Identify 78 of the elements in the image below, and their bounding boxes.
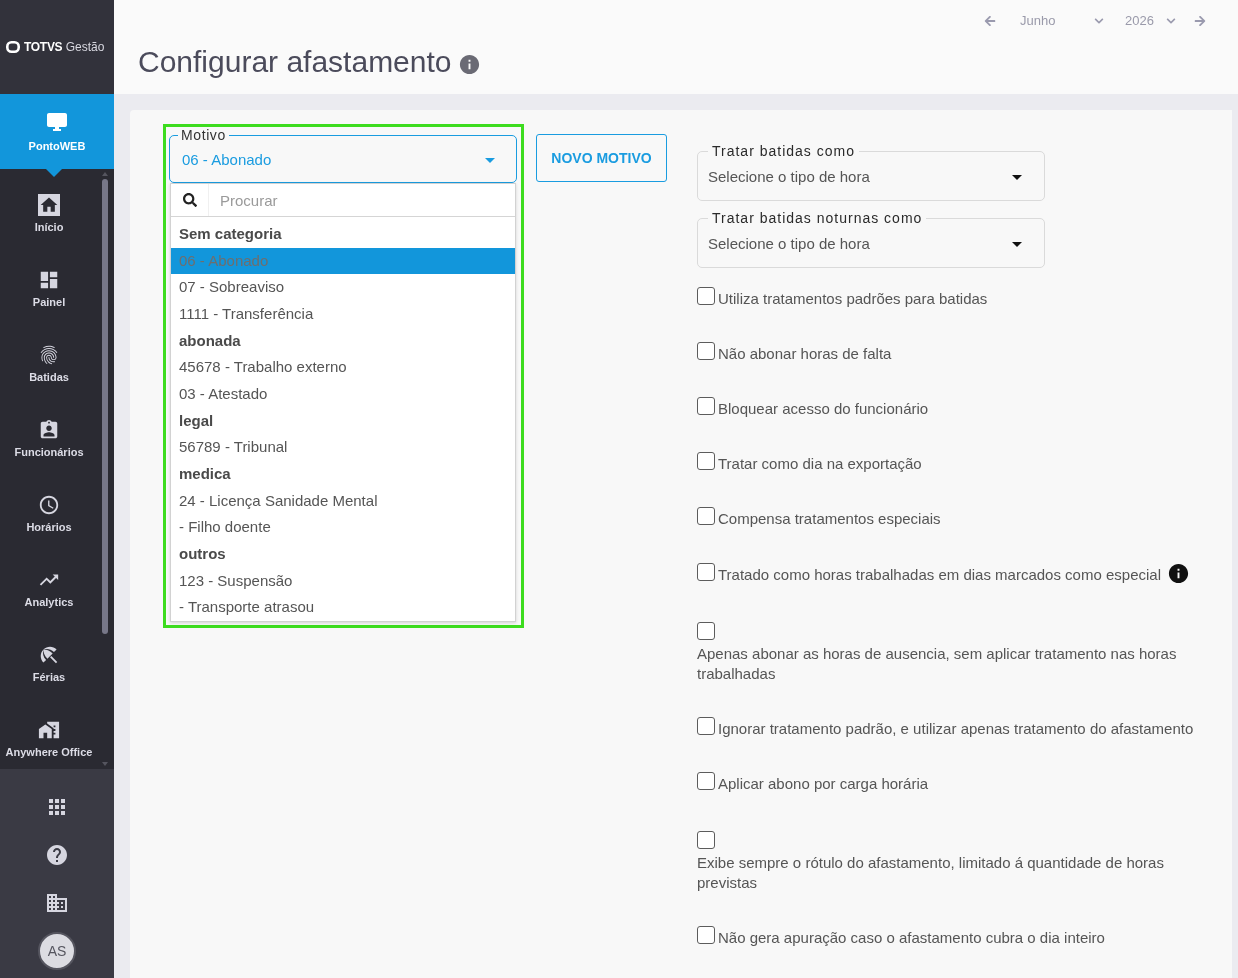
checkbox-label: Não abonar horas de falta [718,344,892,364]
chevron-down-icon [1166,16,1176,26]
checkbox-label: Utiliza tratamentos padrões para batidas [718,289,988,309]
page-title: Configurar afastamento [138,44,452,80]
checkbox[interactable] [697,397,715,415]
chevron-down-icon [1094,16,1104,26]
dropdown-option[interactable]: 07 - Sobreaviso [171,274,515,301]
search-field[interactable]: Procurar [209,184,515,216]
dropdown-option[interactable]: 24 - Licença Sanidade Mental [171,487,515,515]
pointer-icon [46,169,62,177]
nav-item[interactable]: Horários [0,469,98,544]
checkbox-label: Exibe sempre o rótulo do afastamento, limitado á quantidade de horas previstas [697,853,1165,893]
checkbox-label: Não gera apuração caso o afastamento cubra o dia inteiro [718,928,1105,948]
checkbox[interactable] [697,772,715,790]
checkbox[interactable] [697,563,715,581]
dropdown-option[interactable]: 123 - Suspensão [171,567,515,595]
dropdown-option[interactable]: 45678 - Trabalho externo [171,354,515,382]
dropdown-option[interactable]: 03 - Atestado [171,381,515,408]
hour-type-select[interactable]: Tratar batidas como Selecione o tipo de hora [697,143,1045,201]
fingerprint-icon [38,344,60,366]
nav-item[interactable]: Painel [0,244,98,319]
field-label: Motivo [180,127,227,143]
dropdown-option[interactable]: 56789 - Tribunal [171,434,515,462]
checkbox[interactable] [697,831,715,849]
checkbox[interactable] [697,622,715,640]
option-group-label: medica [178,464,232,485]
checkbox-label: Aplicar abono por carga horária [718,774,929,794]
monitor-icon [45,110,69,134]
option-group-label: legal [178,410,215,431]
nav-item[interactable]: Férias [0,619,98,694]
scrollbar-thumb[interactable] [101,179,108,634]
checkbox[interactable] [697,717,715,735]
checkbox-label: Bloquear acesso do funcionário [718,399,929,419]
field-label: Tratar batidas como [711,143,856,159]
logo-ring-icon [6,41,20,53]
dropdown-option[interactable]: 1111 - Transferência [171,301,515,328]
help-icon[interactable] [45,843,69,867]
umbrella-icon [38,644,60,666]
checkbox-label: Apenas abonar as horas de ausencia, sem aplicar tratamento nas horas trabalhadas [697,644,1178,684]
checkbox[interactable] [697,507,715,525]
arrow-left-icon[interactable] [984,15,996,27]
checkbox-label: Tratado como horas trabalhadas em dias marcados como especial [718,565,1161,585]
hour-type-select[interactable]: Tratar batidas noturnas como Selecione o tipo de hora [697,210,1045,268]
logo-text: TOTVS Gestão [24,40,105,54]
checkbox[interactable] [697,926,715,944]
caret-icon [485,158,495,163]
arrow-right-icon[interactable] [1194,15,1206,27]
select-value: 06 - Abonado [182,150,272,171]
select-placeholder: Selecione o tipo de hora [708,166,870,187]
dropdown-option[interactable]: - Transporte atrasou [171,594,515,622]
avatar[interactable]: AS [38,932,76,970]
option-group-label: outros [178,544,227,565]
checkbox-label: Compensa tratamentos especiais [718,509,941,529]
checkbox[interactable] [697,452,715,470]
option-group-label: Sem categoria [178,224,283,244]
nav-item[interactable]: Funcionários [0,394,98,469]
nav-item[interactable]: Analytics [0,544,98,619]
select-placeholder: Selecione o tipo de hora [708,233,870,254]
caret-icon [1012,241,1022,247]
checkbox[interactable] [697,342,715,360]
checkbox-label: Tratar como dia na exportação [718,454,922,474]
clock-icon [38,494,60,516]
house-building-icon [38,719,60,741]
checkbox-label: Ignorar tratamento padrão, e utilizar apenas tratamento do afastamento [718,719,1194,739]
dropdown-option[interactable]: - Filho doente [171,514,515,542]
checkbox[interactable] [697,287,715,305]
field-label: Tratar batidas noturnas como [711,210,924,226]
caret-icon [1012,174,1022,180]
info-icon[interactable] [1167,562,1190,585]
search-icon [182,193,197,207]
option-group-label: abonada [178,330,242,351]
home-icon [38,194,60,216]
dashboard-icon [38,269,60,291]
nav-item[interactable]: Batidas [0,319,98,394]
id-badge-icon [38,419,60,441]
nav-item[interactable]: Anywhere Office [0,694,98,769]
building-icon[interactable] [45,891,69,915]
nav-item[interactable]: Início [0,169,98,244]
